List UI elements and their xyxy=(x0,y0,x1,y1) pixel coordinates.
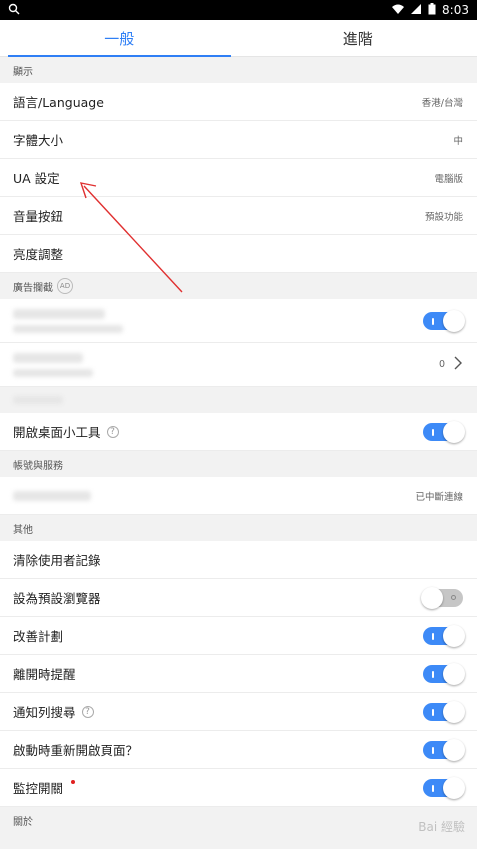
improvement-plan-row[interactable]: 改善計劃 xyxy=(0,617,477,655)
new-badge-dot xyxy=(71,779,76,784)
reopen-pages-row[interactable]: 啟動時重新開啟頁面？ xyxy=(0,731,477,769)
blurred-content xyxy=(13,308,123,333)
widget-row[interactable]: 開啟桌面小工具 ? xyxy=(0,413,477,451)
adblock-header-label: 廣告攔截 xyxy=(13,282,53,294)
improvement-plan-toggle[interactable] xyxy=(423,624,465,647)
blurred-content xyxy=(13,352,93,377)
signal-icon xyxy=(410,3,422,18)
adblock-toggle[interactable] xyxy=(423,309,465,332)
notification-search-label: 通知列搜尋 xyxy=(13,705,76,720)
status-bar: 8:03 xyxy=(0,0,477,20)
ua-setting-value: 電腦版 xyxy=(434,173,463,185)
improvement-plan-label: 改善計劃 xyxy=(13,629,64,644)
notification-search-toggle[interactable] xyxy=(423,700,465,723)
search-icon xyxy=(8,3,20,18)
volume-button-value: 預設功能 xyxy=(424,211,463,223)
volume-button-row[interactable]: 音量按鈕 預設功能 xyxy=(0,197,477,235)
monitor-switch-toggle[interactable] xyxy=(423,776,465,799)
section-about-header: 關於 xyxy=(0,807,477,833)
language-value: 香港/台灣 xyxy=(421,97,463,109)
blurred-content xyxy=(13,490,91,501)
brightness-label: 亮度調整 xyxy=(13,247,64,262)
default-browser-toggle[interactable] xyxy=(421,586,463,609)
exit-reminder-label: 離開時提醒 xyxy=(13,667,76,682)
section-display-header: 顯示 xyxy=(0,57,477,83)
ad-badge: AD xyxy=(57,278,73,294)
watermark: Bai 經驗 xyxy=(418,820,465,834)
chevron-right-icon xyxy=(453,355,463,374)
help-icon[interactable]: ? xyxy=(81,705,94,718)
widget-label: 開啟桌面小工具 xyxy=(13,425,101,440)
tab-advanced[interactable]: 進階 xyxy=(239,20,477,56)
status-time: 8:03 xyxy=(442,3,469,17)
brightness-row[interactable]: 亮度調整 xyxy=(0,235,477,273)
blurred-section-header xyxy=(0,387,477,413)
monitor-switch-row[interactable]: 監控開關 xyxy=(0,769,477,807)
ua-setting-row[interactable]: UA 設定 電腦版 xyxy=(0,159,477,197)
battery-icon xyxy=(428,2,436,18)
volume-button-label: 音量按鈕 xyxy=(13,209,64,224)
language-row[interactable]: 語言/Language 香港/台灣 xyxy=(0,83,477,121)
reopen-pages-toggle[interactable] xyxy=(423,738,465,761)
exit-reminder-row[interactable]: 離開時提醒 xyxy=(0,655,477,693)
exit-reminder-toggle[interactable] xyxy=(423,662,465,685)
adblock-list-row[interactable]: 0 xyxy=(0,343,477,387)
ua-setting-label: UA 設定 xyxy=(13,171,60,186)
language-label: 語言/Language xyxy=(13,95,104,110)
monitor-switch-label-wrap: 監控開關 xyxy=(13,778,76,797)
monitor-switch-label: 監控開關 xyxy=(13,781,64,796)
adblock-toggle-row[interactable] xyxy=(0,299,477,343)
account-row[interactable]: 已中斷連線 xyxy=(0,477,477,515)
default-browser-label: 設為預設瀏覽器 xyxy=(13,591,101,606)
clear-history-label: 清除使用者記錄 xyxy=(13,553,101,568)
clear-history-row[interactable]: 清除使用者記錄 xyxy=(0,541,477,579)
font-size-row[interactable]: 字體大小 中 xyxy=(0,121,477,159)
settings-tabs: 一般 進階 xyxy=(0,20,477,57)
blocked-count: 0 xyxy=(438,359,445,370)
help-icon[interactable]: ? xyxy=(106,425,119,438)
notification-search-label-wrap: 通知列搜尋 ? xyxy=(13,702,94,721)
notification-search-row[interactable]: 通知列搜尋 ? xyxy=(0,693,477,731)
font-size-value: 中 xyxy=(453,135,463,147)
tab-general[interactable]: 一般 xyxy=(0,20,239,57)
font-size-label: 字體大小 xyxy=(13,133,64,148)
wifi-icon xyxy=(392,3,405,18)
section-adblock-header: 廣告攔截 AD xyxy=(0,273,477,299)
account-status: 已中斷連線 xyxy=(415,491,463,503)
section-other-header: 其他 xyxy=(0,515,477,541)
section-account-header: 帳號與服務 xyxy=(0,451,477,477)
reopen-pages-label: 啟動時重新開啟頁面？ xyxy=(13,743,139,758)
widget-toggle[interactable] xyxy=(423,420,465,443)
widget-label-wrap: 開啟桌面小工具 ? xyxy=(13,422,119,441)
default-browser-row[interactable]: 設為預設瀏覽器 xyxy=(0,579,477,617)
